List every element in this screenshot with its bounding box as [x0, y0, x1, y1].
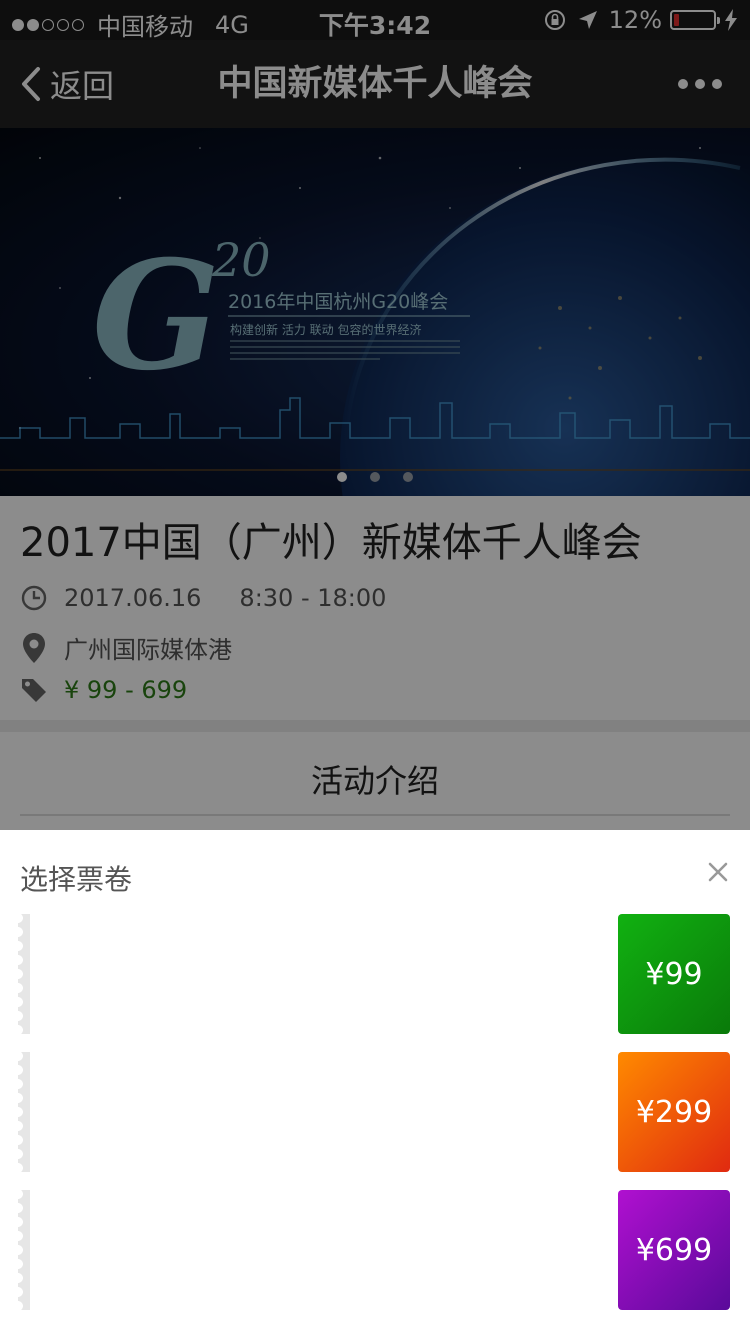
ticket-body: VIP票 专属座位，仅20张，赠送峰会礼包一份 同时享有与嘉宾一同晚宴机会: [18, 1190, 614, 1310]
close-icon: [708, 862, 728, 882]
ticket-desc-line: 专属座位，仅20张，赠送峰会礼包一份: [206, 1224, 569, 1248]
ticket-price-button[interactable]: ¥299: [618, 1052, 730, 1172]
ticket-option-economy[interactable]: 经济票 随机座位，仅100张，赠送峰会礼包一份 ¥99: [18, 914, 730, 1034]
ticket-name: 经济票: [45, 952, 160, 996]
ticket-option-business[interactable]: 商务票 随机座位，仅100张，赠送峰会礼包一份 ¥299: [18, 1052, 730, 1172]
ticket-separator: [178, 932, 179, 1016]
ticket-price-button[interactable]: ¥99: [618, 914, 730, 1034]
ticket-separator: [178, 1208, 179, 1292]
close-button[interactable]: [702, 856, 734, 888]
sheet-title: 选择票卷: [20, 863, 133, 896]
ticket-selection-sheet: 选择票卷 经济票 随机座位，仅100张，赠送峰会礼包一份 ¥99 商务票 随机座…: [0, 830, 750, 1334]
ticket-description: 专属座位，仅20张，赠送峰会礼包一份 同时享有与嘉宾一同晚宴机会: [206, 1190, 606, 1310]
ticket-body: 经济票 随机座位，仅100张，赠送峰会礼包一份: [18, 914, 614, 1034]
ticket-desc-line: 随机座位，仅100张，赠送峰会礼包一份: [206, 961, 583, 986]
ticket-name: VIP票: [53, 1228, 153, 1272]
ticket-separator: [178, 1070, 179, 1154]
ticket-desc-line: 随机座位，仅100张，赠送峰会礼包一份: [206, 1099, 583, 1124]
ticket-name: 商务票: [45, 1090, 160, 1134]
modal-backdrop[interactable]: [0, 0, 750, 830]
ticket-option-vip[interactable]: VIP票 专属座位，仅20张，赠送峰会礼包一份 同时享有与嘉宾一同晚宴机会 ¥6…: [18, 1190, 730, 1310]
ticket-price-button[interactable]: ¥699: [618, 1190, 730, 1310]
ticket-body: 商务票 随机座位，仅100张，赠送峰会礼包一份: [18, 1052, 614, 1172]
ticket-desc-line: 同时享有与嘉宾一同晚宴机会: [206, 1251, 479, 1275]
ticket-description: 随机座位，仅100张，赠送峰会礼包一份: [206, 1052, 606, 1172]
ticket-description: 随机座位，仅100张，赠送峰会礼包一份: [206, 914, 606, 1034]
